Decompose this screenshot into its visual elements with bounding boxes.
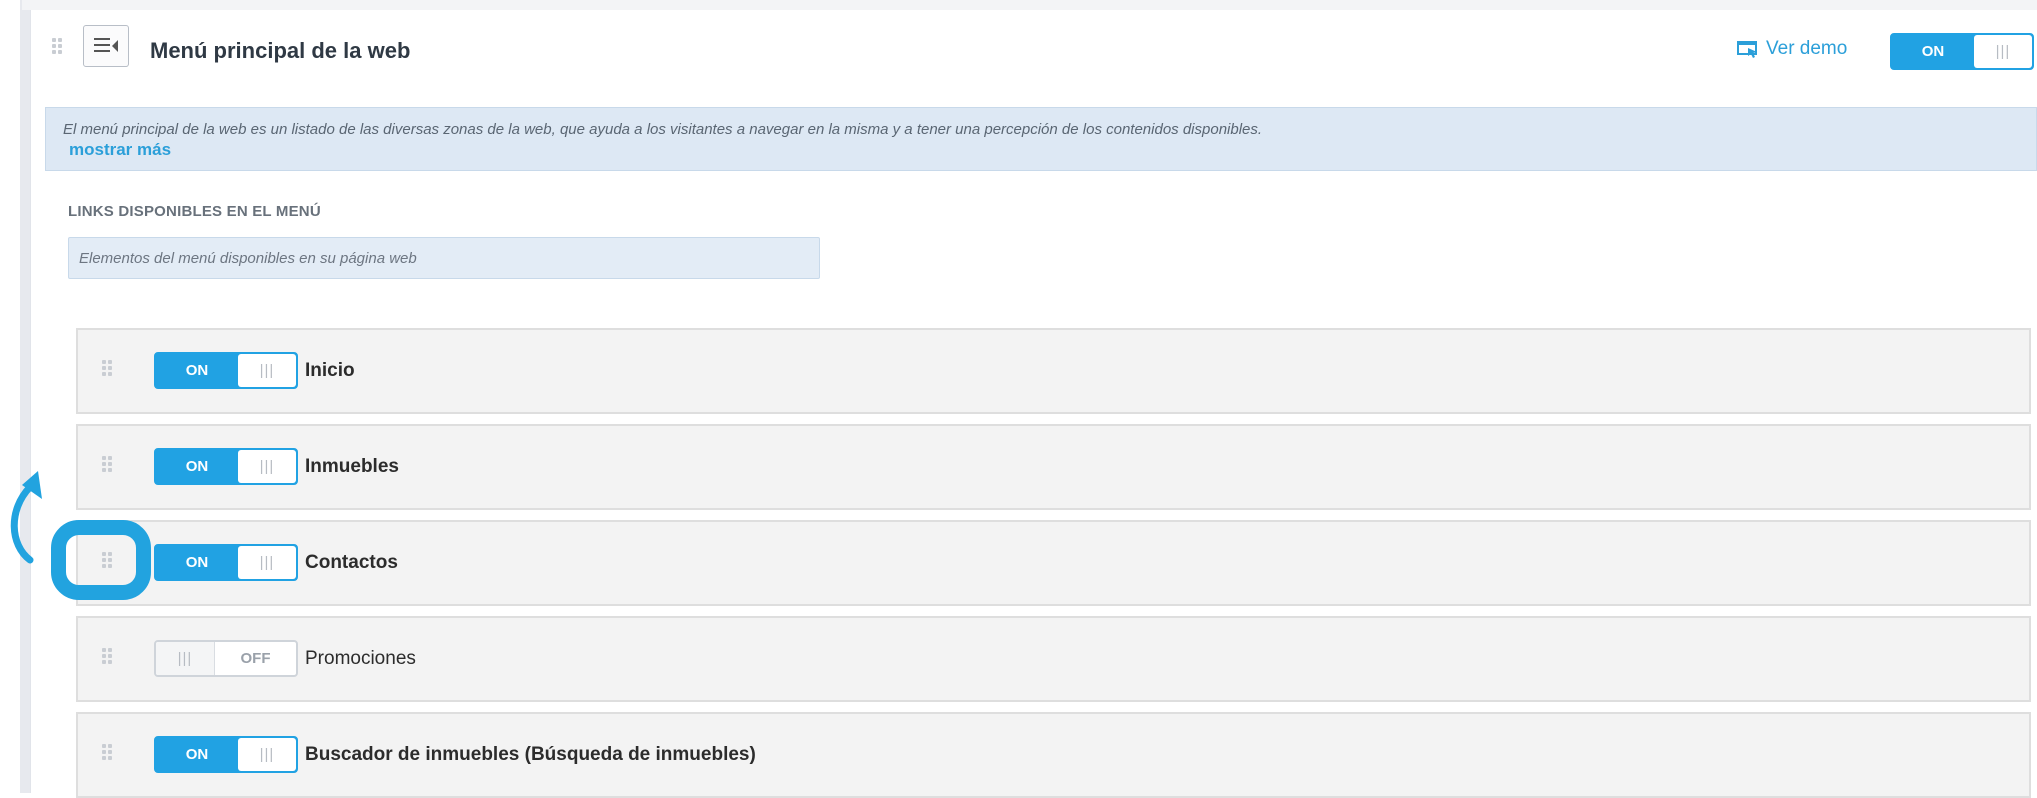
show-more-link[interactable]: mostrar más xyxy=(69,140,171,160)
menu-item-toggle[interactable]: ON ||| xyxy=(154,352,298,389)
menu-item-toggle[interactable]: ON ||| xyxy=(154,736,298,773)
menu-item-row-promociones: ||| OFF Promociones xyxy=(76,616,2031,702)
toggle-on-label: ON xyxy=(1921,43,1945,60)
toggle-knob: ||| xyxy=(238,546,296,579)
menu-item-toggle[interactable]: ON ||| xyxy=(154,544,298,581)
menu-item-row-inmuebles: ON ||| Inmuebles xyxy=(76,424,2031,510)
menu-item-row-buscador: ON ||| Buscador de inmuebles (Búsqueda d… xyxy=(76,712,2031,798)
menu-item-toggle[interactable]: ||| OFF xyxy=(154,640,298,677)
demo-preview-icon xyxy=(1737,41,1757,58)
drag-handle-icon[interactable] xyxy=(102,648,112,664)
menu-item-row-inicio: ON ||| Inicio xyxy=(76,328,2031,414)
menu-list-icon xyxy=(83,25,129,67)
toggle-knob: ||| xyxy=(1974,35,2032,68)
view-demo-link[interactable]: Ver demo xyxy=(1737,38,1847,60)
menu-item-toggle[interactable]: ON ||| xyxy=(154,448,298,485)
menu-item-label: Contactos xyxy=(305,552,398,573)
top-strip xyxy=(22,0,2037,10)
menu-enabled-toggle[interactable]: ON ||| xyxy=(1890,33,2034,70)
description-text: El menú principal de la web es un listad… xyxy=(63,121,1263,138)
left-rail xyxy=(0,0,30,793)
menu-item-label: Buscador de inmuebles (Búsqueda de inmue… xyxy=(305,744,756,765)
menu-item-row-contactos: ON ||| Contactos xyxy=(76,520,2031,606)
links-section-heading: LINKS DISPONIBLES EN EL MENÚ xyxy=(68,203,321,220)
drag-handle-icon[interactable] xyxy=(102,744,112,760)
page-title: Menú principal de la web xyxy=(150,38,411,63)
menu-items-filter-input[interactable] xyxy=(68,237,820,279)
menu-item-label: Inmuebles xyxy=(305,456,399,477)
view-demo-label: Ver demo xyxy=(1766,38,1848,59)
toggle-knob: ||| xyxy=(238,738,296,771)
toggle-on-label: ON xyxy=(185,746,209,763)
toggle-knob: ||| xyxy=(238,354,296,387)
drag-handle-highlight xyxy=(51,520,151,600)
toggle-on-label: ON xyxy=(185,362,209,379)
drag-handle-icon[interactable] xyxy=(52,38,62,54)
description-box: El menú principal de la web es un listad… xyxy=(45,107,2037,171)
toggle-on-label: ON xyxy=(185,458,209,475)
toggle-off-label: OFF xyxy=(240,650,271,667)
toggle-knob: ||| xyxy=(156,642,215,675)
menu-item-label: Inicio xyxy=(305,360,355,381)
toggle-knob: ||| xyxy=(238,450,296,483)
menu-item-label: Promociones xyxy=(305,648,416,669)
toggle-on-label: ON xyxy=(185,554,209,571)
drag-handle-icon[interactable] xyxy=(102,456,112,472)
drag-handle-icon[interactable] xyxy=(102,360,112,376)
